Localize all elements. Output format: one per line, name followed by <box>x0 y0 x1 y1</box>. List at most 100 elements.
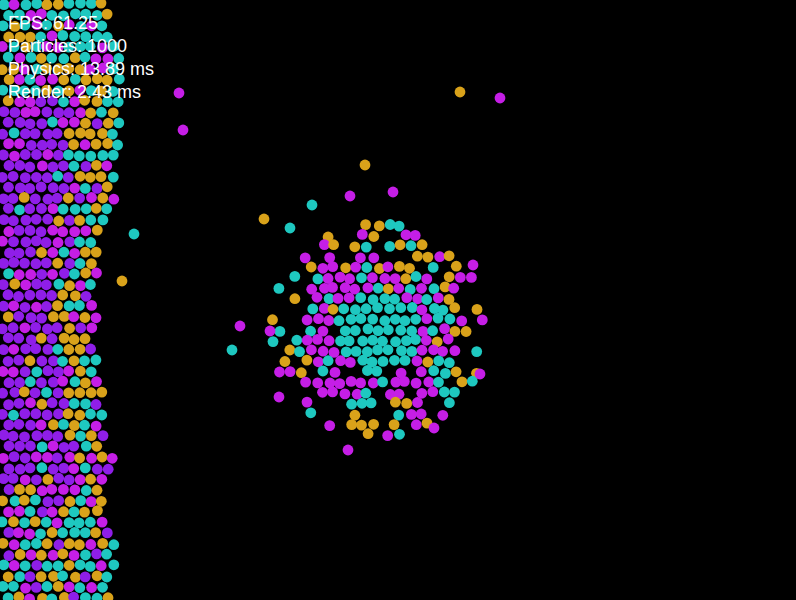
particle <box>8 322 19 333</box>
particle <box>10 496 21 507</box>
particle <box>31 236 42 247</box>
particle <box>46 594 57 600</box>
particle <box>92 118 103 129</box>
particle <box>25 247 36 258</box>
particle <box>429 423 440 434</box>
particle <box>74 193 85 204</box>
particle <box>406 409 417 420</box>
particle <box>85 561 96 572</box>
particle <box>48 419 59 430</box>
particle <box>36 247 47 258</box>
particle <box>63 366 74 377</box>
particle <box>428 365 439 376</box>
particle <box>0 236 8 247</box>
particle <box>0 538 8 549</box>
particle <box>36 182 47 193</box>
particle <box>42 561 53 572</box>
particle <box>91 355 102 366</box>
particle <box>80 592 91 600</box>
particle <box>13 311 24 322</box>
particle <box>0 20 9 31</box>
particle <box>291 335 302 346</box>
particle <box>360 388 371 399</box>
particle <box>59 247 70 258</box>
particle <box>450 345 461 356</box>
particle <box>31 452 42 463</box>
particle <box>306 344 317 355</box>
particle <box>70 290 81 301</box>
particle <box>0 559 9 570</box>
particle <box>14 484 25 495</box>
particle <box>14 506 25 517</box>
particle <box>75 323 86 334</box>
particle <box>58 419 69 430</box>
particle <box>444 397 455 408</box>
particle <box>43 344 54 355</box>
particle <box>80 225 91 236</box>
particle <box>53 0 64 10</box>
particle <box>20 128 31 139</box>
particle <box>107 129 118 140</box>
particle <box>108 539 119 550</box>
particle <box>13 527 24 538</box>
particle <box>0 106 9 117</box>
particle <box>81 485 92 496</box>
particle <box>97 150 108 161</box>
particle <box>86 430 97 441</box>
particle <box>42 430 53 441</box>
particle <box>13 291 24 302</box>
particle <box>31 582 42 593</box>
particle <box>343 445 354 456</box>
particle <box>312 334 323 345</box>
particle <box>75 495 86 506</box>
particle <box>307 200 318 211</box>
particle <box>3 226 14 237</box>
particle <box>0 0 9 10</box>
particle <box>98 215 109 226</box>
particle <box>59 268 70 279</box>
particle <box>345 191 356 202</box>
particle <box>58 506 69 517</box>
particle <box>19 517 30 528</box>
particle <box>227 345 238 356</box>
particle <box>0 279 9 290</box>
particle <box>57 290 68 301</box>
particle <box>0 150 9 161</box>
particle <box>455 272 466 283</box>
particle <box>8 410 19 421</box>
particle <box>0 214 9 225</box>
particle <box>368 378 379 389</box>
particle <box>53 581 64 592</box>
particle <box>466 272 477 283</box>
particle <box>323 355 334 366</box>
particle <box>85 108 96 119</box>
particle <box>47 333 58 344</box>
particle <box>346 399 357 410</box>
particle <box>41 258 52 269</box>
particle <box>3 507 14 518</box>
particle <box>80 312 91 323</box>
particle <box>14 377 25 388</box>
particle <box>19 408 30 419</box>
particle <box>0 324 8 335</box>
particle <box>20 280 31 291</box>
particle <box>449 302 460 313</box>
particle <box>350 410 361 421</box>
particle <box>69 226 80 237</box>
particle <box>439 323 450 334</box>
particle <box>427 386 438 397</box>
particle <box>3 399 14 410</box>
particle <box>302 397 313 408</box>
particle <box>313 313 324 324</box>
particle <box>495 93 506 104</box>
particle <box>53 216 64 227</box>
particle <box>74 237 85 248</box>
particle <box>439 387 450 398</box>
particle <box>41 279 52 290</box>
particle <box>366 398 377 409</box>
particle <box>54 279 65 290</box>
particle <box>63 388 74 399</box>
particle <box>4 160 15 171</box>
particle <box>14 138 25 149</box>
particle <box>285 366 296 377</box>
